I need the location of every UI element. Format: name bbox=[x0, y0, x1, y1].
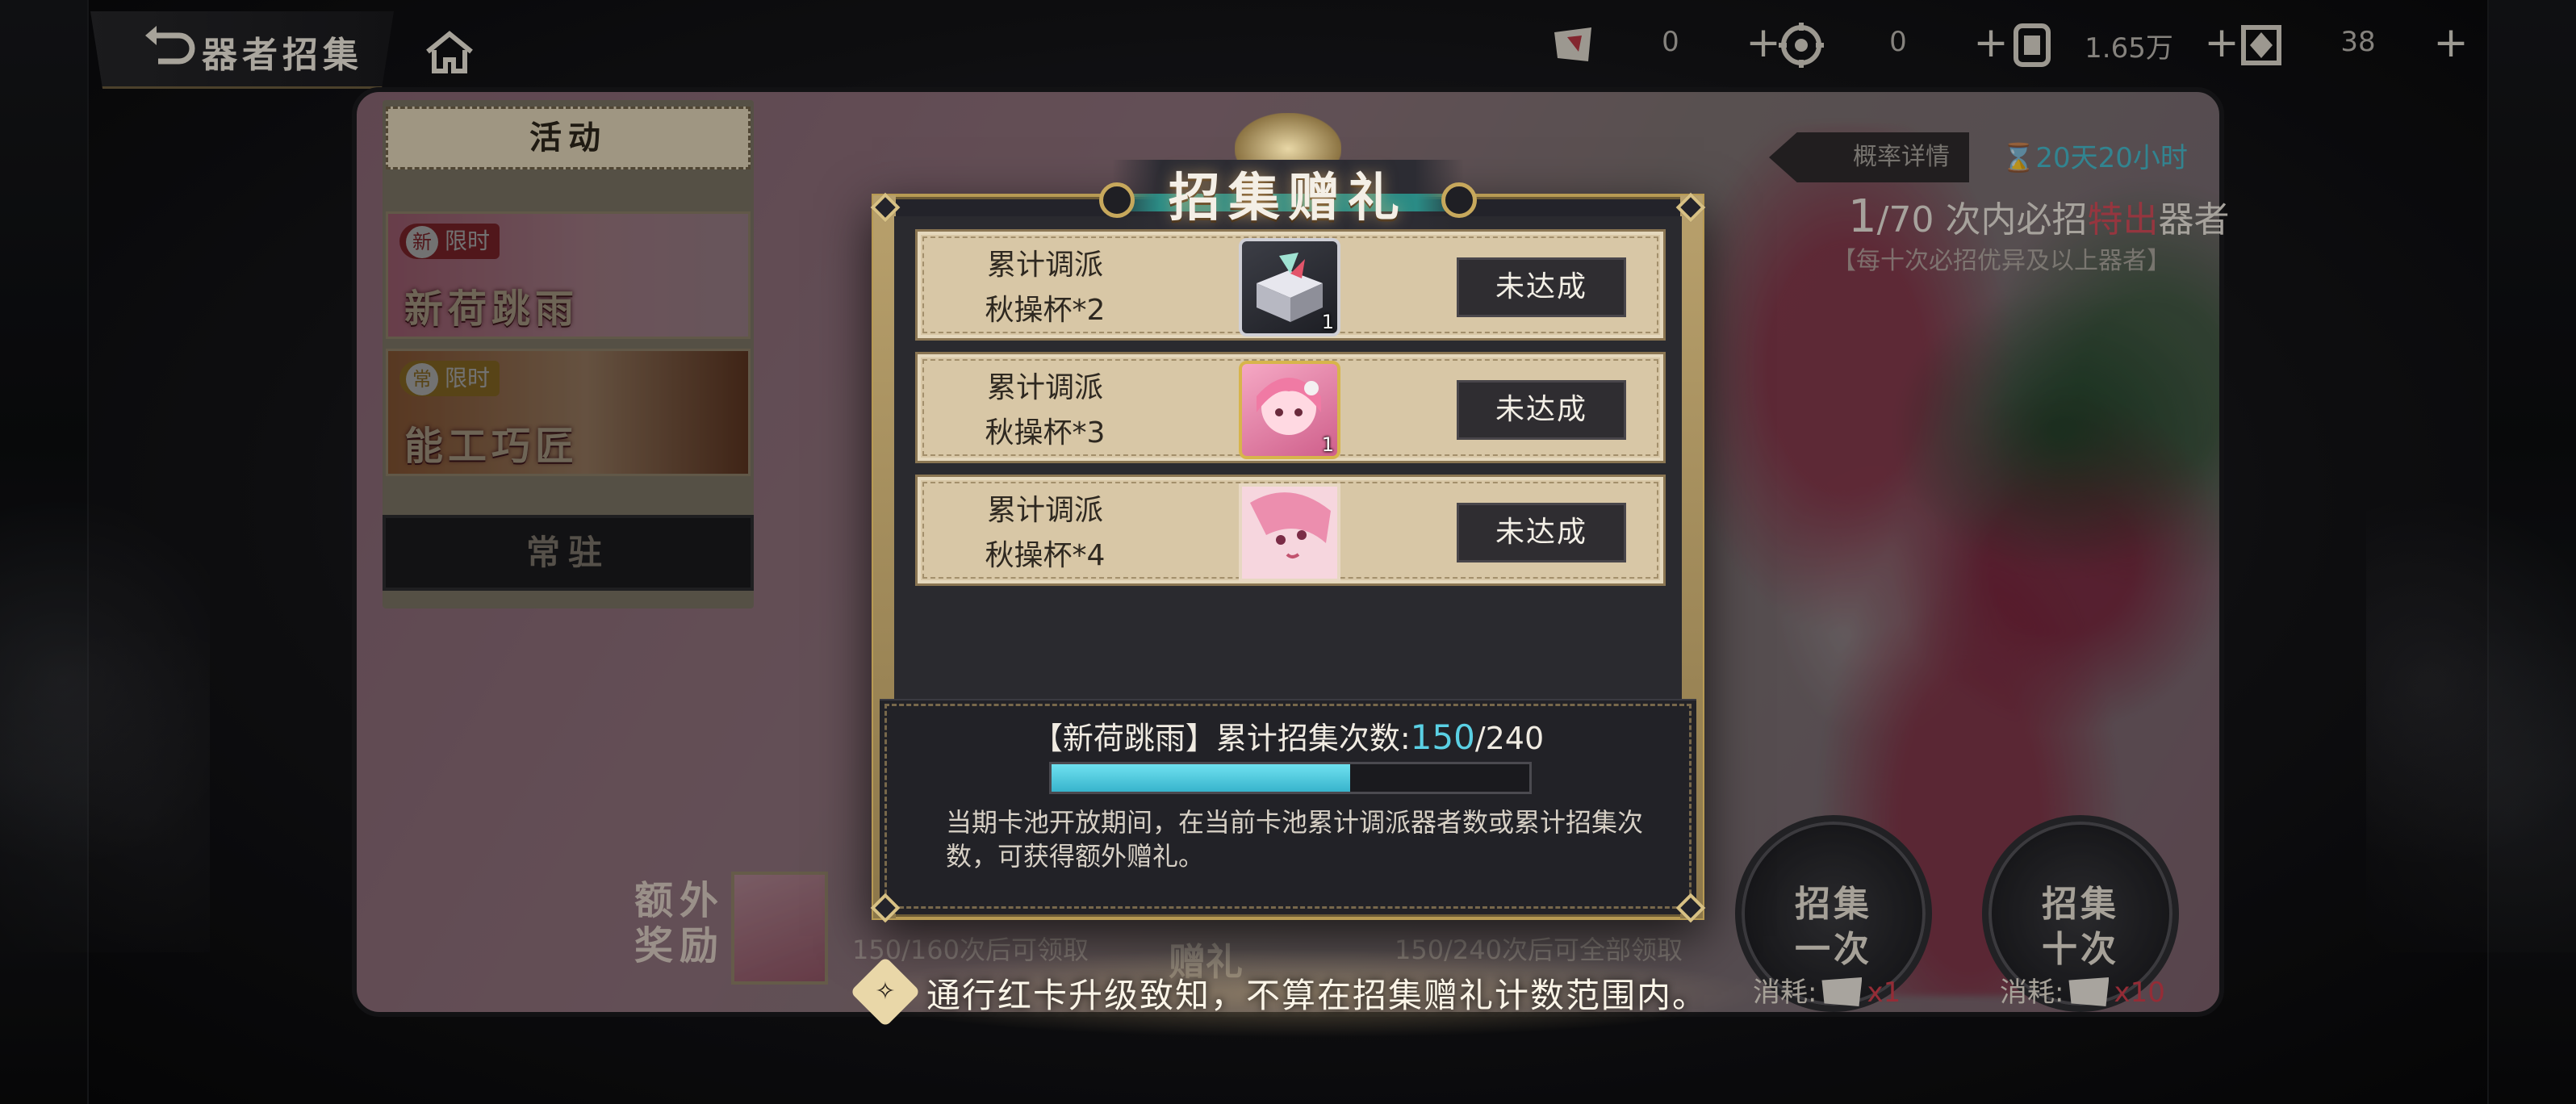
reward-row: 累计调派 秋操杯*3 1 未达成 bbox=[915, 352, 1666, 463]
item-quantity: 1 bbox=[1321, 311, 1334, 333]
condition-line: 累计调派 bbox=[986, 494, 1103, 527]
tip-text: 通行红卡升级致知，不算在招集赠礼计数范围内。 bbox=[926, 976, 1708, 1015]
progress-prefix: 【新荷跳雨】累计招集次数: bbox=[1031, 721, 1411, 756]
condition-line: 累计调派 bbox=[986, 249, 1103, 282]
item-quantity: 1 bbox=[1321, 433, 1334, 456]
reward-row: 累计调派 秋操杯*2 1 未达成 bbox=[915, 229, 1666, 341]
status-button[interactable]: 未达成 bbox=[1457, 257, 1626, 317]
reward-condition: 累计调派 秋操杯*2 bbox=[956, 243, 1134, 333]
progress-current: 150 bbox=[1410, 717, 1475, 757]
reward-row: 累计调派 秋操杯*4 未达成 bbox=[915, 475, 1666, 586]
reward-condition: 累计调派 秋操杯*4 bbox=[956, 488, 1134, 579]
progress-bar-fill bbox=[1052, 764, 1350, 792]
character-portrait-icon[interactable]: 1 bbox=[1239, 361, 1340, 459]
notice-icon-glyph: ✧ bbox=[875, 977, 896, 1006]
condition-line: 累计调派 bbox=[986, 371, 1103, 404]
status-button[interactable]: 未达成 bbox=[1457, 380, 1626, 440]
status-button[interactable]: 未达成 bbox=[1457, 503, 1626, 562]
character-art-icon[interactable] bbox=[1239, 483, 1340, 582]
progress-label: 【新荷跳雨】累计招集次数:150/240 bbox=[880, 713, 1696, 758]
progress-total: /240 bbox=[1474, 721, 1545, 756]
condition-line: 秋操杯*3 bbox=[985, 416, 1106, 450]
condition-line: 秋操杯*2 bbox=[985, 294, 1106, 327]
reward-condition: 累计调派 秋操杯*3 bbox=[956, 366, 1134, 456]
gift-box-icon[interactable]: 1 bbox=[1239, 238, 1340, 337]
condition-line: 秋操杯*4 bbox=[985, 539, 1106, 572]
modal-title: 招集赠礼 bbox=[1169, 169, 1407, 228]
modal-description: 当期卡池开放期间，在当前卡池累计调派器者数或累计招集次数，可获得额外赠礼。 bbox=[946, 807, 1644, 872]
